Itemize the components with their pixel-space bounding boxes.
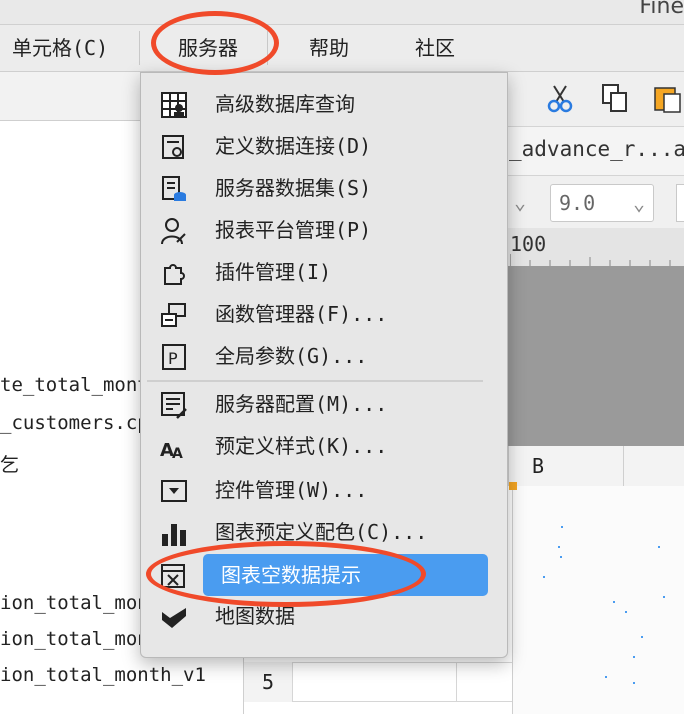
tree-item[interactable]: te_total_mont	[0, 374, 149, 396]
menu-item-label: 插件管理(I)	[215, 260, 332, 284]
ruler-label: 100	[510, 232, 547, 256]
grid-cell[interactable]	[292, 662, 458, 702]
menu-item-server-config[interactable]: 服务器配置(M)...	[141, 383, 507, 425]
grid-cell[interactable]	[456, 662, 514, 702]
tree-item[interactable]: _customers.cp	[0, 412, 149, 434]
menu-item-label: 地图数据	[215, 604, 295, 628]
menu-item-chart-predefined-color[interactable]: 图表预定义配色(C)...	[141, 511, 507, 553]
menu-item-server-dataset[interactable]: 服务器数据集(S)	[141, 167, 507, 209]
chevron-down-icon: ⌄	[632, 191, 645, 215]
font-size-value: 9.0	[559, 191, 596, 215]
menu-item-label: 报表平台管理(P)	[215, 218, 372, 242]
menu-separator	[147, 380, 483, 382]
row-header-5[interactable]: 5	[244, 662, 293, 702]
tree-item[interactable]: ion_total_mon	[0, 628, 149, 650]
ruler-ticks	[510, 254, 671, 266]
menu-divider	[267, 31, 268, 65]
plugin-icon	[164, 264, 185, 285]
menu-item-label: 定义数据连接(D)	[215, 134, 372, 158]
font-name-select[interactable]: ⌄	[510, 184, 536, 220]
predefined-style-icon: A A	[160, 440, 183, 462]
menu-item-advanced-db-query[interactable]: 高级数据库查询	[141, 83, 507, 125]
menu-item-widget-management[interactable]: 控件管理(W)...	[141, 469, 507, 511]
chart-empty-data-icon	[161, 564, 185, 588]
menu-item-predefined-style[interactable]: A A 预定义样式(K)...	[141, 425, 507, 467]
chart-preview-area[interactable]	[509, 482, 684, 714]
global-parameter-icon: P	[162, 344, 186, 370]
menu-item-label: 图表预定义配色(C)...	[215, 520, 428, 544]
menu-item-label: 控件管理(W)...	[215, 478, 368, 502]
menu-item-label: 服务器配置(M)...	[215, 392, 388, 416]
menu-item-plugin-management[interactable]: 插件管理(I)	[141, 251, 507, 293]
window-title: Fine	[639, 0, 684, 19]
svg-text:P: P	[168, 349, 178, 368]
menu-item-label: 高级数据库查询	[215, 92, 355, 116]
font-style-control[interactable]	[676, 184, 684, 222]
title-bar: Fine	[0, 0, 684, 25]
menu-community[interactable]: 社区	[415, 25, 455, 71]
menu-item-label: 图表空数据提示	[221, 563, 361, 587]
data-connection-icon	[162, 135, 184, 159]
menu-item-label: 预定义样式(K)...	[215, 434, 388, 458]
menu-item-label: 服务器数据集(S)	[215, 176, 372, 200]
column-header-b[interactable]: B	[508, 446, 624, 486]
cut-icon[interactable]	[544, 82, 576, 114]
svg-text:A: A	[172, 446, 183, 462]
map-data-icon	[162, 608, 186, 628]
tree-item[interactable]: 乞	[0, 450, 19, 477]
chevron-down-icon: ⌄	[514, 190, 527, 214]
widget-management-icon	[161, 480, 187, 502]
paste-icon[interactable]	[652, 82, 684, 114]
menu-cell[interactable]: 单元格(C)	[12, 25, 108, 71]
menu-server[interactable]: 服务器	[178, 25, 238, 71]
menu-item-function-manager[interactable]: 函数管理器(F)...	[141, 293, 507, 335]
function-manager-icon	[161, 303, 186, 327]
platform-management-icon	[161, 218, 186, 245]
font-size-select[interactable]: 9.0 ⌄	[550, 184, 654, 222]
tree-item[interactable]: ion_total_month_v1	[0, 664, 206, 686]
menu-item-global-parameter[interactable]: P 全局参数(G)...	[141, 335, 507, 377]
menu-item-label: 全局参数(G)...	[215, 344, 368, 368]
server-dataset-icon	[162, 176, 186, 201]
menu-item-chart-empty-data[interactable]: 图表空数据提示	[141, 554, 507, 596]
server-dropdown-menu: 高级数据库查询 定义数据连接(D) 服务器数据集(S) 报表平台管理(P) 插件…	[140, 72, 508, 658]
server-config-icon	[161, 392, 187, 419]
template-tab[interactable]: _advance_r...at	[509, 137, 684, 161]
scatter-dots	[543, 526, 665, 684]
menu-item-platform-management[interactable]: 报表平台管理(P)	[141, 209, 507, 251]
menu-item-data-connection[interactable]: 定义数据连接(D)	[141, 125, 507, 167]
copy-icon[interactable]	[599, 82, 631, 114]
menu-help[interactable]: 帮助	[309, 25, 349, 71]
tree-item[interactable]: ion_total_mon	[0, 592, 149, 614]
advanced-db-query-icon	[161, 92, 187, 118]
menu-divider	[139, 31, 140, 65]
menu-item-label: 函数管理器(F)...	[215, 302, 388, 326]
menu-item-map-data[interactable]: 地图数据	[141, 595, 507, 637]
menu-bar: 单元格(C) 服务器 帮助 社区	[0, 25, 684, 72]
chart-color-icon	[162, 524, 186, 546]
